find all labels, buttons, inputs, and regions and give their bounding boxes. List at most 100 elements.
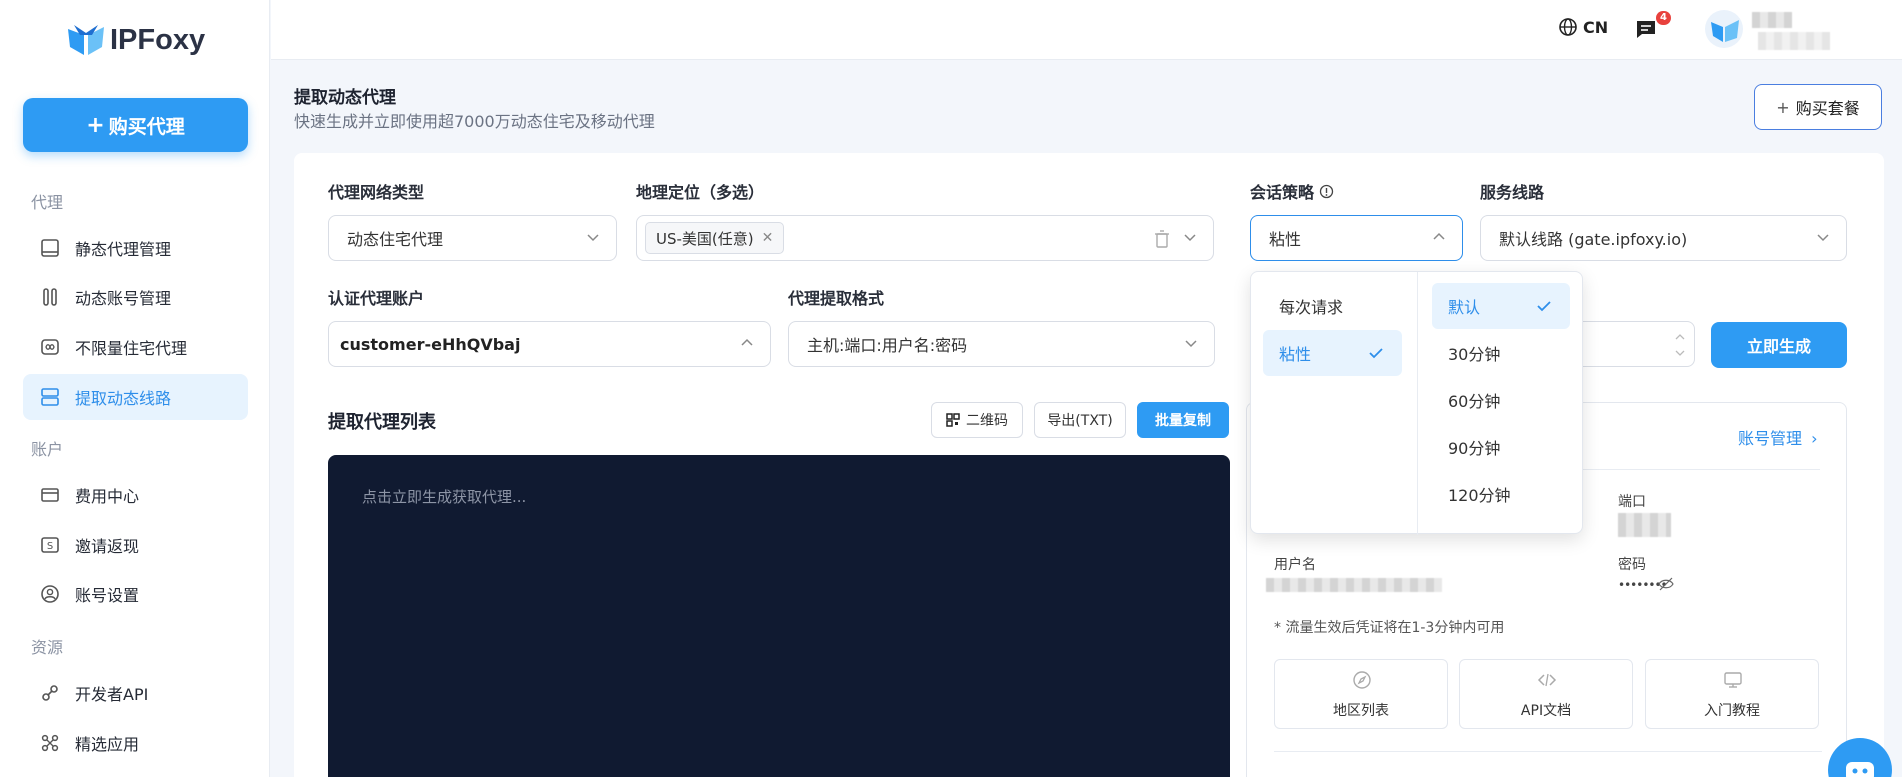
proxy-output-area[interactable]: 点击立即生成获取代理...	[328, 455, 1230, 777]
svg-text:S: S	[47, 541, 53, 552]
network-type-select[interactable]: 动态住宅代理	[328, 215, 617, 261]
chevron-down-icon	[1184, 234, 1196, 242]
messages-button[interactable]: 4	[1634, 11, 1671, 41]
option-label: 120分钟	[1448, 486, 1511, 505]
duration-option-default[interactable]: 默认	[1432, 283, 1570, 329]
fox-logo-icon	[68, 25, 104, 55]
session-select[interactable]: 粘性	[1250, 215, 1463, 261]
brand-logo[interactable]: IPFoxy	[66, 20, 205, 60]
session-value: 粘性	[1269, 230, 1302, 249]
language-switcher[interactable]: CN	[1558, 17, 1608, 37]
chevron-up-icon	[741, 338, 753, 346]
geo-multiselect[interactable]: US-美国(任意) ✕	[636, 215, 1214, 261]
compass-icon	[1353, 671, 1371, 689]
sidebar-item-settings[interactable]: 账号设置	[23, 571, 248, 617]
auth-label: 认证代理账户	[328, 289, 425, 308]
monitor-icon	[1724, 672, 1742, 688]
port-redacted	[1618, 513, 1671, 537]
network-type-value: 动态住宅代理	[347, 230, 444, 249]
dropdown-divider	[1417, 272, 1418, 535]
robot-icon	[1846, 762, 1874, 777]
buy-proxy-button[interactable]: + 购买代理	[23, 98, 248, 152]
qr-code-icon	[946, 413, 960, 427]
chevron-right-icon: ›	[1811, 429, 1818, 448]
eye-off-icon[interactable]	[1658, 577, 1674, 591]
language-label: CN	[1583, 17, 1609, 37]
sidebar-item-unlimited[interactable]: 不限量住宅代理	[23, 324, 248, 370]
route-select[interactable]: 默认线路 (gate.ipfoxy.io)	[1480, 215, 1847, 261]
sidebar-item-extract-dynamic[interactable]: 提取动态线路	[23, 374, 248, 420]
tutorial-tile[interactable]: 入门教程	[1645, 659, 1819, 729]
brand-name: IPFoxy	[110, 23, 206, 56]
info-icon[interactable]	[1319, 184, 1334, 199]
duration-option-120[interactable]: 120分钟	[1432, 471, 1570, 517]
option-label: 每次请求	[1279, 298, 1344, 317]
session-dropdown: 每次请求 粘性 默认 30分钟 60分钟 90分钟 120分钟	[1250, 271, 1583, 535]
extract-list-title: 提取代理列表	[328, 412, 436, 433]
message-count-badge: 4	[1656, 11, 1671, 25]
format-select[interactable]: 主机:端口:用户名:密码	[788, 321, 1215, 367]
session-option-per-request[interactable]: 每次请求	[1263, 283, 1402, 329]
stepper-arrows-icon[interactable]	[1674, 330, 1686, 360]
format-label: 代理提取格式	[788, 289, 885, 308]
option-label: 60分钟	[1448, 392, 1501, 411]
duration-option-90[interactable]: 90分钟	[1432, 424, 1570, 470]
route-label: 服务线路	[1480, 183, 1545, 202]
sidebar-item-label: 静态代理管理	[75, 240, 172, 259]
duration-option-30[interactable]: 30分钟	[1432, 330, 1570, 376]
qr-code-button[interactable]: 二维码	[931, 402, 1023, 438]
monitor-icon	[39, 237, 61, 259]
trash-icon[interactable]	[1153, 229, 1171, 249]
sidebar-item-dynamic-account[interactable]: 动态账号管理	[23, 274, 248, 320]
sidebar-item-label: 费用中心	[75, 487, 140, 506]
geo-tag[interactable]: US-美国(任意) ✕	[645, 222, 785, 254]
sidebar-item-referral[interactable]: S 邀请返现	[23, 522, 248, 568]
sidebar-item-apps[interactable]: 精选应用	[23, 720, 248, 766]
chevron-down-icon	[587, 234, 599, 242]
port-label: 端口	[1618, 494, 1646, 510]
generate-button[interactable]: 立即生成	[1711, 322, 1847, 368]
sidebar-item-label: 开发者API	[75, 685, 149, 704]
session-label-text: 会话策略	[1250, 183, 1315, 202]
username-label: 用户名	[1274, 557, 1316, 573]
option-label: 30分钟	[1448, 345, 1501, 364]
route-value: 默认线路 (gate.ipfoxy.io)	[1499, 230, 1688, 249]
session-option-sticky[interactable]: 粘性	[1263, 330, 1402, 376]
apps-icon	[39, 732, 61, 754]
avatar[interactable]	[1705, 10, 1743, 48]
batch-copy-button[interactable]: 批量复制	[1137, 402, 1229, 438]
tile-label: 入门教程	[1704, 703, 1760, 719]
message-icon	[1637, 21, 1655, 38]
sliders-icon	[39, 286, 61, 308]
sidebar-item-billing[interactable]: 费用中心	[23, 472, 248, 518]
account-manage-link[interactable]: 账号管理 ›	[1738, 425, 1818, 449]
geo-label: 地理定位（多选）	[636, 183, 765, 202]
export-txt-button[interactable]: 导出(TXT)	[1034, 402, 1126, 438]
buy-package-label: 购买套餐	[1795, 99, 1860, 118]
password-label: 密码	[1618, 557, 1646, 573]
sidebar-item-static-proxy[interactable]: 静态代理管理	[23, 225, 248, 271]
section-proxy: 代理	[31, 193, 64, 212]
username-value-redacted	[1266, 578, 1442, 592]
check-icon	[1537, 301, 1551, 312]
infinity-icon	[39, 336, 61, 358]
qr-code-label: 二维码	[966, 413, 1008, 429]
dollar-icon: S	[39, 534, 61, 556]
sidebar-item-label: 精选应用	[75, 735, 140, 754]
fox-avatar-icon	[1711, 20, 1739, 42]
sidebar-item-developer-api[interactable]: 开发者API	[23, 670, 248, 716]
chevron-down-icon	[1185, 340, 1197, 348]
auth-account-select[interactable]: customer-eHhQVbaj	[328, 321, 771, 367]
api-docs-tile[interactable]: API文档	[1459, 659, 1633, 729]
sidebar-item-label: 账号设置	[75, 586, 140, 605]
credential-note: * 流量生效后凭证将在1-3分钟内可用	[1274, 620, 1505, 636]
check-icon	[1369, 348, 1383, 359]
region-list-tile[interactable]: 地区列表	[1274, 659, 1448, 729]
session-label: 会话策略	[1250, 179, 1334, 203]
format-value: 主机:端口:用户名:密码	[807, 336, 968, 355]
buy-package-button[interactable]: + 购买套餐	[1754, 84, 1882, 130]
plus-icon: +	[86, 112, 105, 138]
server-icon	[39, 386, 61, 408]
close-icon[interactable]: ✕	[762, 230, 774, 246]
duration-option-60[interactable]: 60分钟	[1432, 377, 1570, 423]
